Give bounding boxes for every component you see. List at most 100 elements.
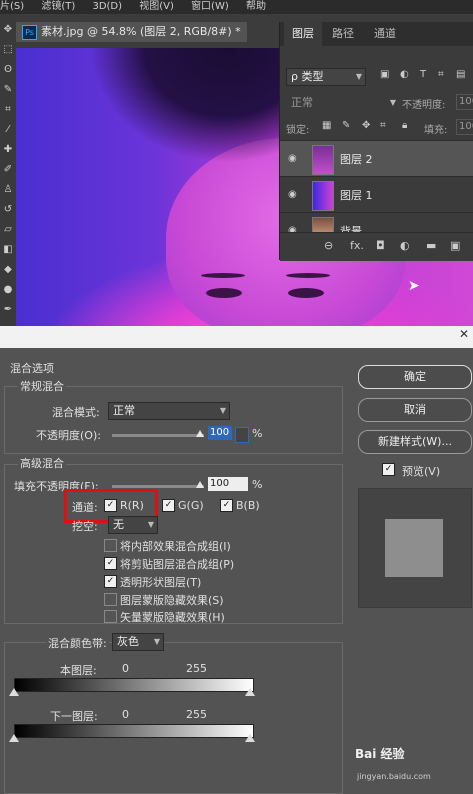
visibility-eye-icon[interactable]: ◉ xyxy=(288,189,300,201)
eraser-icon[interactable]: ▱ xyxy=(2,224,14,238)
layer-thumbnail xyxy=(312,181,334,211)
menu-item[interactable]: 滤镜(T) xyxy=(41,0,75,14)
lock-pixels-icon[interactable]: ▦ xyxy=(322,120,331,131)
pen-tool-icon[interactable]: ✒ xyxy=(2,304,14,318)
menu-item[interactable]: 3D(D) xyxy=(92,0,122,14)
opacity-slider-knob[interactable] xyxy=(196,430,204,437)
underlying-layer-min: 0 xyxy=(122,708,129,721)
document-tab[interactable]: Ps 素材.jpg @ 54.8% (图层 2, RGB/8#) * xyxy=(16,22,247,42)
filter-adjust-icon[interactable]: ◐ xyxy=(400,69,409,80)
close-icon[interactable]: ✕ xyxy=(459,327,469,341)
lasso-tool-icon[interactable]: ʘ xyxy=(2,64,14,78)
option-checkbox[interactable] xyxy=(104,610,117,623)
chevron-down-icon: ▼ xyxy=(153,637,160,646)
fill-opacity-slider[interactable] xyxy=(112,485,204,488)
new-style-button[interactable]: 新建样式(W)... xyxy=(358,430,472,454)
adjustment-layer-icon[interactable]: ◐ xyxy=(400,239,410,252)
opacity-input[interactable]: 100 xyxy=(208,426,232,440)
filter-type-icon[interactable]: T xyxy=(420,69,426,80)
layer-filter-select[interactable]: ρ 类型 ▼ xyxy=(286,68,366,86)
blend-if-label: 混合颜色带: xyxy=(46,635,109,651)
lock-position-icon[interactable]: ✥ xyxy=(362,120,370,131)
channel-g-checkbox[interactable]: ✓ xyxy=(162,499,175,512)
panel-tabs: 图层 路径 通道 xyxy=(280,22,473,46)
visibility-eye-icon[interactable]: ◉ xyxy=(288,153,300,165)
this-layer-black-slider[interactable] xyxy=(9,688,19,696)
preview-checkbox[interactable]: ✓ xyxy=(382,463,395,476)
section-title: 混合选项 xyxy=(10,362,54,375)
dodge-tool-icon[interactable]: ● xyxy=(2,284,14,298)
opacity-label: 不透明度: xyxy=(402,100,446,111)
new-layer-icon[interactable]: ▣ xyxy=(450,239,460,252)
fill-opacity-slider-knob[interactable] xyxy=(196,481,204,488)
option-checkbox[interactable] xyxy=(104,539,117,552)
chevron-down-icon: ▼ xyxy=(147,520,154,529)
menu-bar: 片(S) 滤镜(T) 3D(D) 视图(V) 窗口(W) 帮助 xyxy=(0,0,473,14)
option-checkbox[interactable] xyxy=(104,593,117,606)
layer-row[interactable]: ◉ 图层 2 xyxy=(280,140,473,177)
tab-layers[interactable]: 图层 xyxy=(284,22,322,46)
lock-all-icon[interactable]: 🔒︎ xyxy=(402,120,407,131)
menu-item[interactable]: 片(S) xyxy=(0,0,24,14)
menu-item[interactable]: 帮助 xyxy=(246,0,266,14)
this-layer-white-slider[interactable] xyxy=(245,688,255,696)
blend-mode-select[interactable]: 正常 ▼ xyxy=(108,402,230,420)
option-checkbox[interactable]: ✓ xyxy=(104,575,117,588)
cancel-button[interactable]: 取消 xyxy=(358,398,472,422)
option-label: 矢量蒙版隐藏效果(H) xyxy=(120,611,225,624)
lock-artboard-icon[interactable]: ⌗ xyxy=(380,120,386,131)
ok-button[interactable]: 确定 xyxy=(358,365,472,389)
tab-paths[interactable]: 路径 xyxy=(324,22,362,46)
fill-opacity-input[interactable]: 100 xyxy=(208,477,248,491)
blur-tool-icon[interactable]: ◆ xyxy=(2,264,14,278)
knockout-label: 挖空: xyxy=(72,520,98,533)
layer-style-dialog: 混合选项 常规混合 混合模式: 正常 ▼ 不透明度(O): 100 % 高级混合 … xyxy=(0,348,473,794)
lock-brush-icon[interactable]: ✎ xyxy=(342,120,350,131)
clone-stamp-icon[interactable]: ♙ xyxy=(2,184,14,198)
option-checkbox[interactable]: ✓ xyxy=(104,557,117,570)
eyedropper-icon[interactable]: ⁄ xyxy=(2,124,14,138)
opacity-input[interactable]: 100 xyxy=(456,94,473,110)
this-layer-gradient xyxy=(14,678,254,692)
new-group-icon[interactable]: ▬ xyxy=(426,239,436,252)
gradient-tool-icon[interactable]: ◧ xyxy=(2,244,14,258)
this-layer-label: 本图层: xyxy=(60,664,97,677)
underlying-layer-gradient xyxy=(14,724,254,738)
healing-brush-icon[interactable]: ✚ xyxy=(2,144,14,158)
blend-mode-select[interactable]: 正常 ▼ xyxy=(286,94,400,112)
blend-if-value: 灰色 xyxy=(117,635,139,648)
filter-shape-icon[interactable]: ⌗ xyxy=(438,69,444,80)
move-tool-icon[interactable]: ✥ xyxy=(2,24,14,38)
fill-input[interactable]: 100 xyxy=(456,119,473,135)
blend-mode-label: 混合模式: xyxy=(52,406,100,419)
link-layers-icon[interactable]: ⊖ xyxy=(324,239,333,252)
marquee-tool-icon[interactable]: ⬚ xyxy=(2,44,14,58)
tab-channels[interactable]: 通道 xyxy=(366,22,404,46)
filter-smart-icon[interactable]: ▤ xyxy=(456,69,465,80)
menu-item[interactable]: 视图(V) xyxy=(139,0,174,14)
chevron-down-icon: ▼ xyxy=(219,406,226,415)
underlying-layer-label: 下一图层: xyxy=(50,710,98,723)
opacity-label: 不透明度(O): xyxy=(36,429,101,442)
opacity-slider[interactable] xyxy=(112,434,204,437)
brush-tool-icon[interactable]: ✐ xyxy=(2,164,14,178)
fx-icon[interactable]: fx. xyxy=(350,239,364,252)
layer-name: 图层 1 xyxy=(340,189,373,202)
percent-sign: % xyxy=(252,478,263,491)
filter-image-icon[interactable]: ▣ xyxy=(380,69,389,80)
channel-b-checkbox[interactable]: ✓ xyxy=(220,499,233,512)
knockout-select[interactable]: 无 ▼ xyxy=(108,516,158,534)
history-brush-icon[interactable]: ↺ xyxy=(2,204,14,218)
layers-panel: 图层 路径 通道 ρ 类型 ▼ ▣ ◐ T ⌗ ▤ 正常 ▼ 不透明度: 100 锁… xyxy=(279,22,473,261)
menu-item[interactable]: 窗口(W) xyxy=(191,0,229,14)
underlying-black-slider[interactable] xyxy=(9,734,19,742)
portrait-eye xyxy=(206,288,242,298)
quick-select-icon[interactable]: ✎ xyxy=(2,84,14,98)
layer-row[interactable]: ◉ 图层 1 xyxy=(280,176,473,213)
crop-tool-icon[interactable]: ⌗ xyxy=(2,104,14,118)
opacity-spin-box[interactable] xyxy=(235,427,249,443)
this-layer-max: 255 xyxy=(186,662,207,675)
blend-if-select[interactable]: 灰色 ▼ xyxy=(112,633,164,651)
underlying-white-slider[interactable] xyxy=(245,734,255,742)
add-mask-icon[interactable]: ◘ xyxy=(376,239,385,252)
